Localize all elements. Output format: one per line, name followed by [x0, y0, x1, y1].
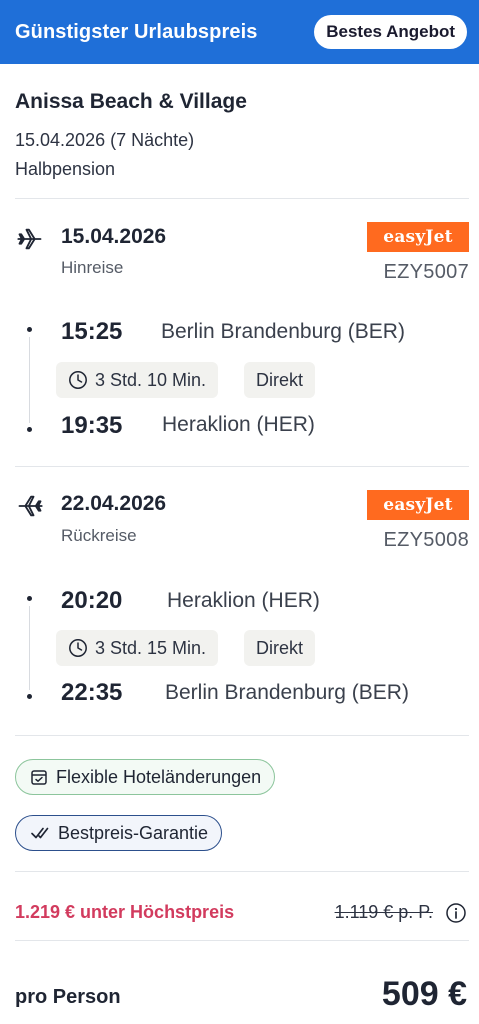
per-person-label: pro Person	[15, 986, 121, 1008]
savings-text: 1.219 € unter Höchstpreis	[15, 902, 235, 922]
stops-text: Direkt	[256, 637, 304, 658]
timeline-line	[29, 337, 30, 423]
timeline-line	[29, 606, 30, 690]
return-departure-time: 20:20	[61, 587, 123, 614]
return-arrival-airport: Berlin Brandenburg (BER)	[165, 681, 409, 704]
best-offer-badge: Bestes Angebot	[314, 15, 467, 49]
divider	[15, 871, 469, 872]
plane-departure-icon	[17, 228, 42, 250]
outbound-departure-time: 15:25	[61, 318, 123, 345]
departure-dot	[27, 327, 32, 332]
hotel-dates: 15.04.2026 (7 Nächte)	[15, 130, 195, 150]
return-departure-airport: Heraklion (HER)	[167, 589, 320, 612]
flexible-hotel-changes-label: Flexible Hoteländerungen	[56, 766, 262, 787]
total-price: 509 €	[381, 975, 467, 1013]
duration-chip: 3 Std. 15 Min.	[56, 630, 219, 666]
header-bar: Günstigster Urlaubspreis Bestes Angebot	[0, 0, 479, 64]
double-check-icon	[31, 827, 49, 839]
hotel-name[interactable]: Anissa Beach & Village	[15, 90, 247, 114]
divider	[15, 466, 469, 467]
best-price-guarantee-pill[interactable]: Bestpreis-Garantie	[15, 815, 223, 851]
easyjet-logo: easyJet	[367, 222, 469, 252]
return-kind: Rückreise	[61, 526, 137, 545]
divider	[15, 940, 469, 941]
clock-icon	[69, 371, 87, 389]
return-date: 22.04.2026	[61, 492, 167, 515]
stops-chip: Direkt	[244, 630, 316, 666]
outbound-arrival-time: 19:35	[61, 412, 123, 439]
divider	[15, 198, 469, 199]
duration-text: 3 Std. 15 Min.	[95, 637, 207, 658]
duration-text: 3 Std. 10 Min.	[95, 369, 207, 390]
outbound-departure-airport: Berlin Brandenburg (BER)	[161, 320, 405, 343]
easyjet-logo: easyJet	[367, 490, 469, 520]
plane-return-icon	[18, 495, 43, 517]
arrival-dot	[27, 427, 32, 432]
outbound-kind: Hinreise	[61, 258, 124, 277]
clock-icon	[69, 639, 87, 657]
departure-dot	[27, 596, 32, 601]
return-arrival-time: 22:35	[61, 679, 123, 706]
header-title: Günstigster Urlaubspreis	[15, 20, 258, 43]
stops-chip: Direkt	[244, 362, 316, 398]
outbound-date: 15.04.2026	[61, 225, 167, 248]
arrival-dot	[27, 694, 32, 699]
return-flight-number: EZY5008	[383, 529, 469, 551]
calendar-check-icon	[31, 770, 47, 785]
stops-text: Direkt	[256, 369, 304, 390]
flexible-hotel-changes-pill[interactable]: Flexible Hoteländerungen	[15, 759, 276, 795]
duration-chip: 3 Std. 10 Min.	[56, 362, 219, 398]
old-price: 1.119 € p. P.	[334, 902, 433, 922]
hotel-board: Halbpension	[15, 159, 116, 179]
outbound-flight-number: EZY5007	[383, 261, 469, 283]
divider	[15, 735, 469, 736]
best-price-guarantee-label: Bestpreis-Garantie	[58, 822, 209, 843]
outbound-arrival-airport: Heraklion (HER)	[162, 413, 315, 436]
info-icon[interactable]	[445, 902, 467, 924]
